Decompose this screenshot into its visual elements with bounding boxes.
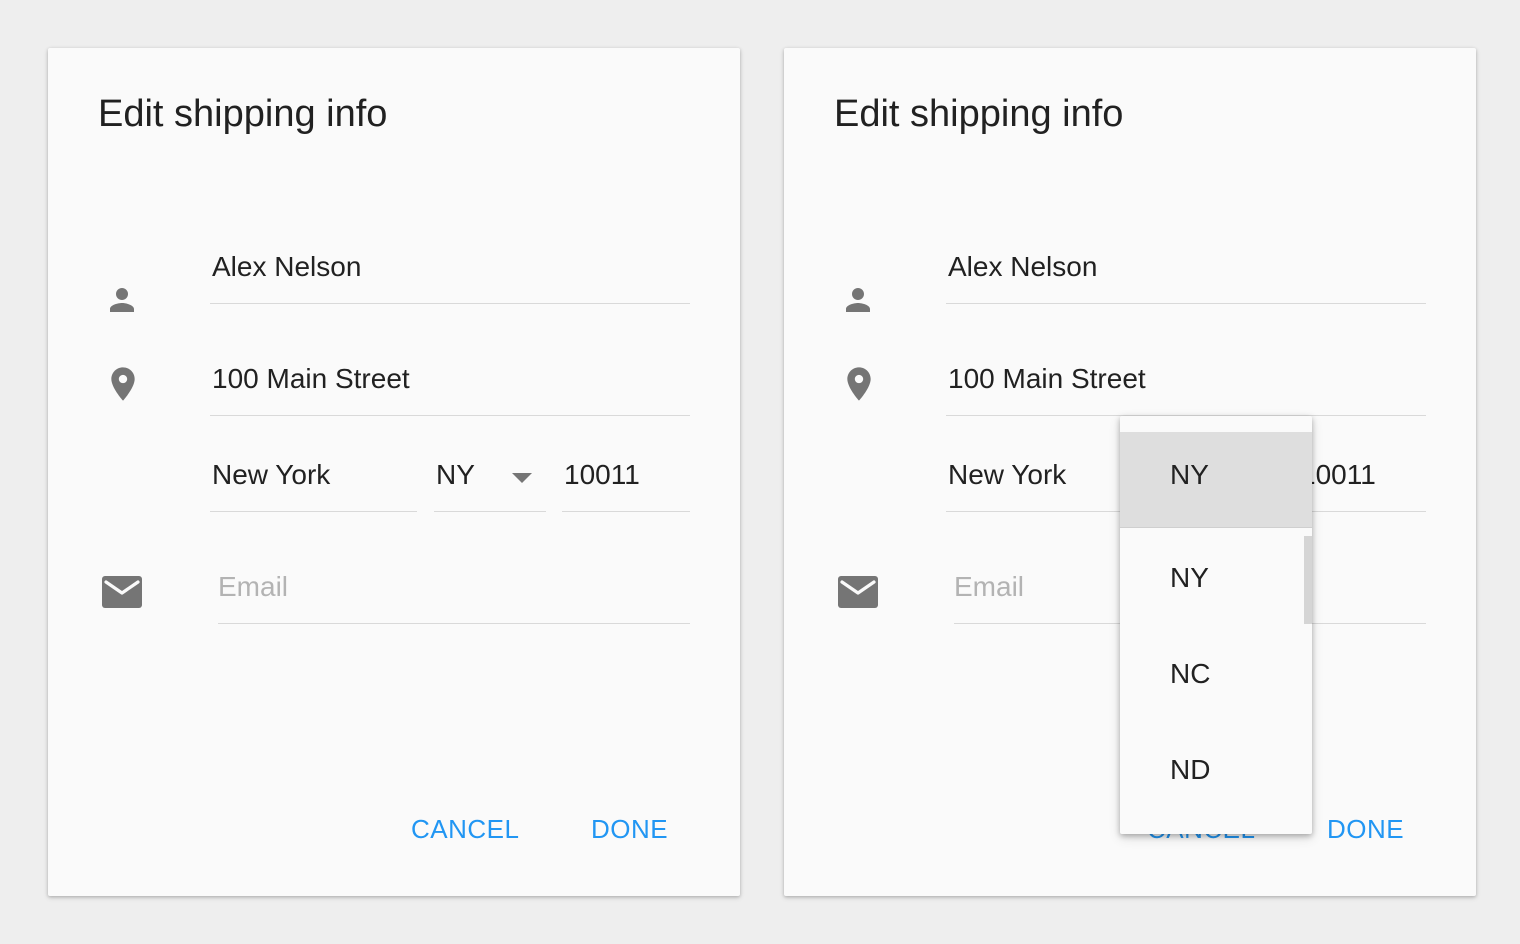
location-pin-icon bbox=[837, 362, 881, 406]
done-button[interactable]: DONE bbox=[591, 812, 668, 846]
mail-icon bbox=[836, 570, 880, 614]
city-value: New York bbox=[212, 459, 331, 490]
dropdown-scrollbar[interactable] bbox=[1304, 536, 1312, 624]
cancel-button[interactable]: CANCEL bbox=[411, 812, 519, 846]
name-value: Alex Nelson bbox=[948, 251, 1098, 282]
name-field[interactable]: Alex Nelson bbox=[946, 248, 1426, 304]
email-placeholder: Email bbox=[954, 571, 1025, 602]
dropdown-option[interactable]: NC bbox=[1120, 627, 1312, 723]
mail-icon bbox=[100, 570, 144, 614]
street-field[interactable]: 100 Main Street bbox=[210, 360, 690, 416]
zip-value: 10011 bbox=[564, 459, 640, 490]
dropdown-option[interactable]: ND bbox=[1120, 723, 1312, 819]
caret-down-icon[interactable] bbox=[512, 473, 532, 483]
street-value: 100 Main Street bbox=[212, 363, 410, 394]
shipping-dialog: Edit shipping info Alex Nelson 100 Main … bbox=[48, 48, 740, 896]
zip-field[interactable]: 10011 bbox=[1298, 456, 1426, 512]
done-button[interactable]: DONE bbox=[1327, 812, 1404, 846]
email-field[interactable]: Email bbox=[218, 568, 690, 624]
dropdown-item-label: NC bbox=[1170, 658, 1211, 689]
dropdown-option[interactable]: NY bbox=[1120, 531, 1312, 627]
dropdown-item-label: NY bbox=[1170, 459, 1209, 490]
dialog-title: Edit shipping info bbox=[834, 93, 1124, 135]
dialog-title: Edit shipping info bbox=[98, 93, 388, 135]
zip-field[interactable]: 10011 bbox=[562, 456, 690, 512]
email-placeholder: Email bbox=[218, 571, 289, 602]
dropdown-item-label: NY bbox=[1170, 562, 1209, 593]
state-select[interactable]: NY bbox=[434, 456, 546, 512]
street-field[interactable]: 100 Main Street bbox=[946, 360, 1426, 416]
state-value: NY bbox=[436, 459, 475, 490]
person-icon bbox=[836, 278, 880, 322]
dropdown-item-label: ND bbox=[1170, 754, 1211, 785]
name-field[interactable]: Alex Nelson bbox=[210, 248, 690, 304]
name-value: Alex Nelson bbox=[212, 251, 362, 282]
city-field[interactable]: New York bbox=[210, 456, 417, 512]
city-value: New York bbox=[948, 459, 1067, 490]
state-dropdown-menu[interactable]: NY NY NC ND bbox=[1120, 416, 1312, 834]
location-pin-icon bbox=[101, 362, 145, 406]
street-value: 100 Main Street bbox=[948, 363, 1146, 394]
dropdown-selected-item[interactable]: NY bbox=[1120, 432, 1312, 528]
person-icon bbox=[100, 278, 144, 322]
